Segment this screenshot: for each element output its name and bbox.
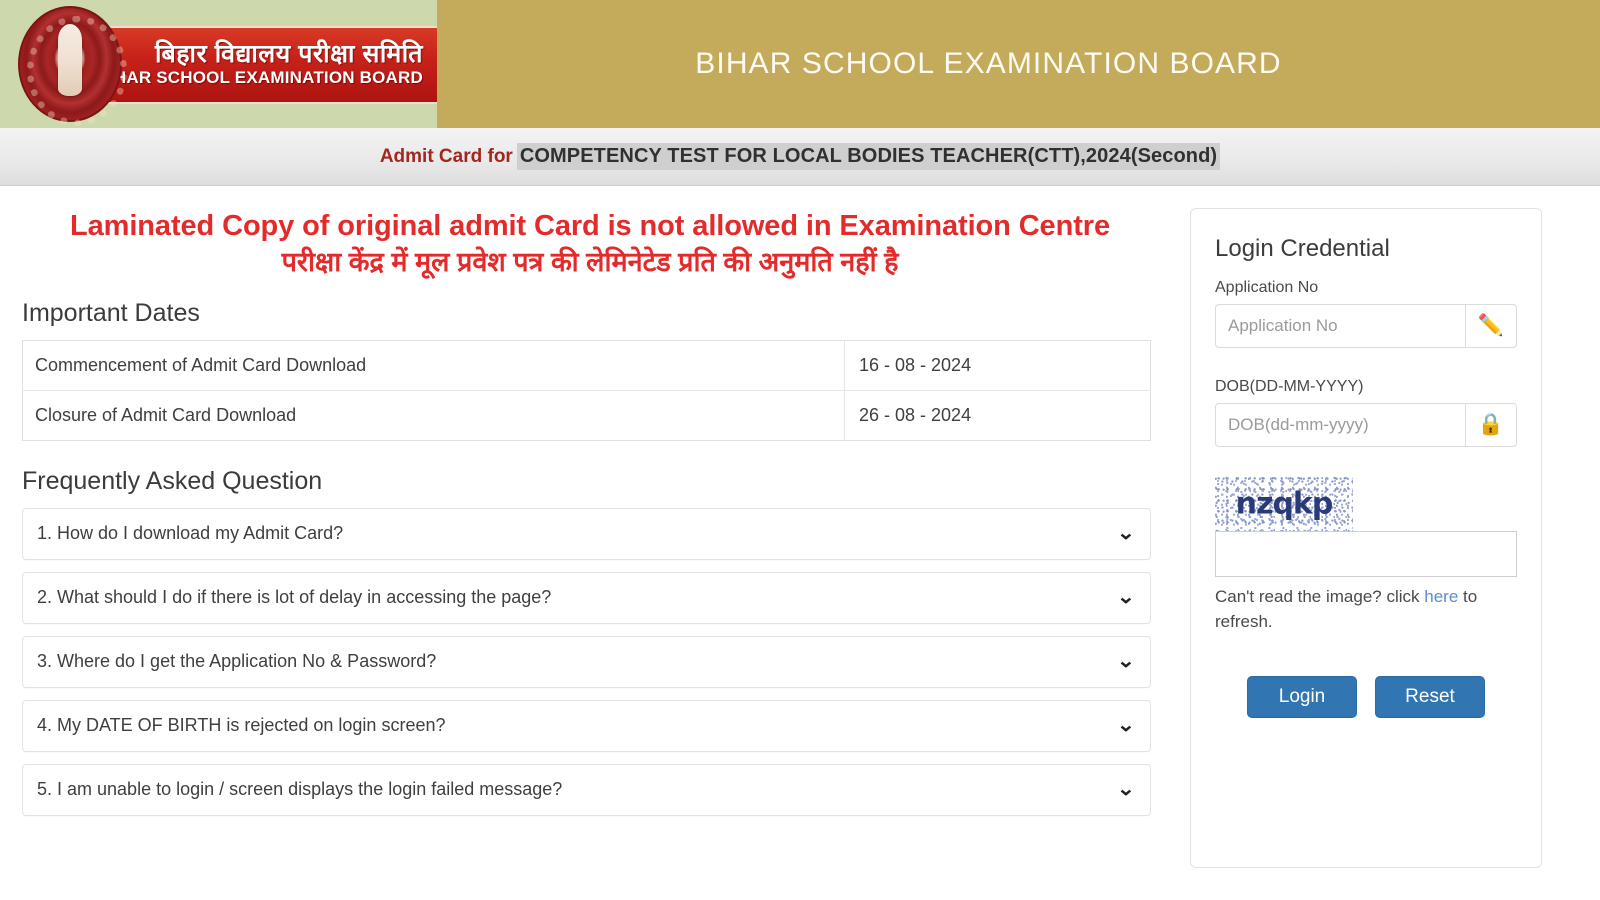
faq-item[interactable]: 5. I am unable to login / screen display… (22, 763, 1151, 816)
reset-button[interactable]: Reset (1375, 676, 1485, 719)
date-value: 16 - 08 - 2024 (844, 340, 1151, 391)
login-button-row: Login Reset (1215, 676, 1517, 719)
chevron-down-icon[interactable]: ⌄ (1117, 588, 1135, 607)
table-row: Commencement of Admit Card Download 16 -… (22, 340, 1151, 391)
login-credential-card: Login Credential Application No ✏️ DOB(D… (1190, 208, 1542, 868)
lock-icon[interactable]: 🔒 (1465, 403, 1517, 447)
important-dates-table: Commencement of Admit Card Download 16 -… (22, 339, 1151, 441)
faq-item[interactable]: 4. My DATE OF BIRTH is rejected on login… (22, 699, 1151, 752)
captcha-text: nzqkp (1235, 486, 1334, 522)
notice-line-hindi: परीक्षा केंद्र में मूल प्रवेश पत्र की ले… (281, 247, 899, 278)
date-label: Commencement of Admit Card Download (22, 340, 845, 391)
faq-question: 3. Where do I get the Application No & P… (37, 651, 437, 672)
application-no-label: Application No (1215, 279, 1319, 296)
captcha-image: nzqkp (1215, 477, 1353, 531)
faq-list: 1. How do I download my Admit Card? ⌄ 2.… (22, 507, 1158, 816)
refresh-prefix: Can't read the image? click (1215, 587, 1425, 606)
date-value: 26 - 08 - 2024 (844, 390, 1151, 441)
lamination-notice: Laminated Copy of original admit Card is… (22, 208, 1158, 281)
important-dates-title: Important Dates (22, 298, 200, 327)
subtitle-prefix: Admit Card for (379, 145, 513, 167)
chevron-down-icon[interactable]: ⌄ (1117, 524, 1135, 543)
dob-group: 🔒 (1215, 403, 1517, 447)
left-content-column: Laminated Copy of original admit Card is… (0, 186, 1180, 868)
faq-question: 4. My DATE OF BIRTH is rejected on login… (37, 715, 446, 736)
subtitle-exam-name: COMPETENCY TEST FOR LOCAL BODIES TEACHER… (516, 143, 1221, 170)
site-header: बिहार विद्यालय परीक्षा समिति BIHAR SCHOO… (0, 0, 1600, 128)
chevron-down-icon[interactable]: ⌄ (1117, 780, 1135, 799)
faq-title: Frequently Asked Question (22, 466, 323, 495)
faq-item[interactable]: 2. What should I do if there is lot of d… (22, 571, 1151, 624)
bseb-seal-icon (18, 6, 127, 127)
dob-label: DOB(DD-MM-YYYY) (1215, 378, 1364, 395)
logo-banner: बिहार विद्यालय परीक्षा समिति BIHAR SCHOO… (0, 0, 437, 128)
faq-item[interactable]: 1. How do I download my Admit Card? ⌄ (22, 507, 1151, 560)
notice-line-english: Laminated Copy of original admit Card is… (70, 210, 1110, 242)
dob-input[interactable] (1215, 403, 1465, 447)
board-title: BIHAR SCHOOL EXAMINATION BOARD (695, 47, 1282, 80)
faq-question: 2. What should I do if there is lot of d… (37, 587, 552, 608)
faq-question: 5. I am unable to login / screen display… (37, 779, 563, 800)
logo-hindi-text: बिहार विद्यालय परीक्षा समिति (155, 40, 423, 69)
faq-question: 1. How do I download my Admit Card? (37, 523, 344, 544)
page-body: Laminated Copy of original admit Card is… (0, 186, 1600, 868)
faq-item[interactable]: 3. Where do I get the Application No & P… (22, 635, 1151, 688)
application-no-group: ✏️ (1215, 304, 1517, 348)
right-login-column: Login Credential Application No ✏️ DOB(D… (1180, 186, 1600, 868)
chevron-down-icon[interactable]: ⌄ (1117, 652, 1135, 671)
chevron-down-icon[interactable]: ⌄ (1117, 716, 1135, 735)
captcha-refresh-text: Can't read the image? click here to refr… (1215, 585, 1505, 634)
captcha-refresh-link[interactable]: here (1424, 587, 1458, 606)
login-card-title: Login Credential (1215, 235, 1390, 262)
pencil-icon[interactable]: ✏️ (1465, 304, 1517, 348)
table-row: Closure of Admit Card Download 26 - 08 -… (23, 390, 1151, 441)
login-button[interactable]: Login (1247, 676, 1357, 719)
date-label: Closure of Admit Card Download (35, 404, 297, 425)
captcha-input[interactable] (1215, 531, 1517, 577)
application-no-input[interactable] (1215, 304, 1465, 348)
admit-card-subtitle-bar: Admit Card for COMPETENCY TEST FOR LOCAL… (0, 128, 1600, 186)
logo-english-text: BIHAR SCHOOL EXAMINATION BOARD (96, 68, 423, 88)
